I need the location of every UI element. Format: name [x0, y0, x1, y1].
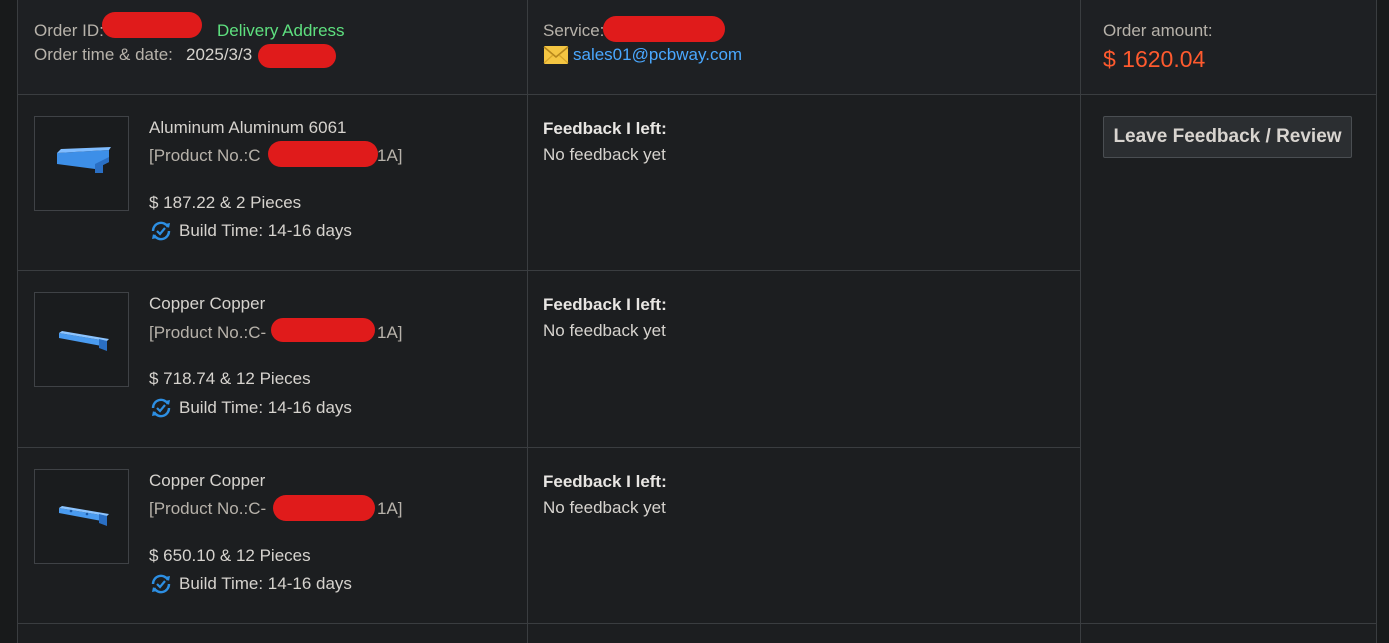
- redaction-mark: [603, 16, 725, 42]
- price-quantity: $ 187.22 & 2 Pieces: [149, 193, 302, 212]
- feedback-label: Feedback I left:: [543, 472, 667, 491]
- feedback-value: No feedback yet: [543, 145, 666, 164]
- product-name: Aluminum Aluminum 6061: [149, 118, 347, 137]
- order-id-label: Order ID:: [34, 21, 104, 40]
- feedback-label: Feedback I left:: [543, 295, 667, 314]
- divider: [18, 94, 1376, 95]
- product-name: Copper Copper: [149, 294, 266, 313]
- product-number-suffix: 1A]: [377, 146, 403, 165]
- order-card: Order ID: Delivery Address Order time & …: [17, 0, 1377, 643]
- divider: [18, 447, 1080, 448]
- redaction-mark: [258, 44, 336, 68]
- redaction-mark: [268, 141, 378, 167]
- divider: [18, 623, 1376, 624]
- envelope-icon: [543, 44, 569, 66]
- refresh-check-icon: [149, 572, 173, 596]
- build-time: Build Time: 14-16 days: [179, 221, 352, 240]
- build-time: Build Time: 14-16 days: [179, 574, 352, 593]
- order-amount: $ 1620.04: [1103, 46, 1206, 72]
- price-quantity: $ 718.74 & 12 Pieces: [149, 369, 311, 388]
- feedback-value: No feedback yet: [543, 498, 666, 517]
- order-time-label: Order time & date:: [34, 45, 173, 64]
- service-label: Service:: [543, 21, 605, 40]
- refresh-check-icon: [149, 396, 173, 420]
- product-thumbnail[interactable]: [34, 116, 129, 211]
- divider: [1080, 0, 1081, 643]
- product-thumbnail[interactable]: [34, 469, 129, 564]
- build-time: Build Time: 14-16 days: [179, 398, 352, 417]
- product-number-suffix: 1A]: [377, 499, 403, 518]
- email-link[interactable]: sales01@pcbway.com: [573, 45, 742, 65]
- divider: [527, 0, 528, 643]
- redaction-mark: [102, 12, 202, 38]
- price-quantity: $ 650.10 & 12 Pieces: [149, 546, 311, 565]
- refresh-check-icon: [149, 219, 173, 243]
- feedback-label: Feedback I left:: [543, 119, 667, 138]
- redaction-mark: [271, 318, 375, 342]
- product-number-prefix: [Product No.:C-: [149, 323, 267, 342]
- feedback-value: No feedback yet: [543, 321, 666, 340]
- divider: [18, 270, 1080, 271]
- redaction-mark: [273, 495, 375, 521]
- order-date: 2025/3/3: [186, 45, 253, 64]
- order-amount-label: Order amount:: [1103, 21, 1213, 40]
- product-number-prefix: [Product No.:C: [149, 146, 261, 165]
- product-thumbnail[interactable]: [34, 292, 129, 387]
- delivery-address-link[interactable]: Delivery Address: [217, 21, 345, 41]
- product-number-suffix: 1A]: [377, 323, 403, 342]
- leave-feedback-button[interactable]: Leave Feedback / Review: [1103, 116, 1352, 158]
- product-number-prefix: [Product No.:C-: [149, 499, 267, 518]
- product-name: Copper Copper: [149, 471, 266, 490]
